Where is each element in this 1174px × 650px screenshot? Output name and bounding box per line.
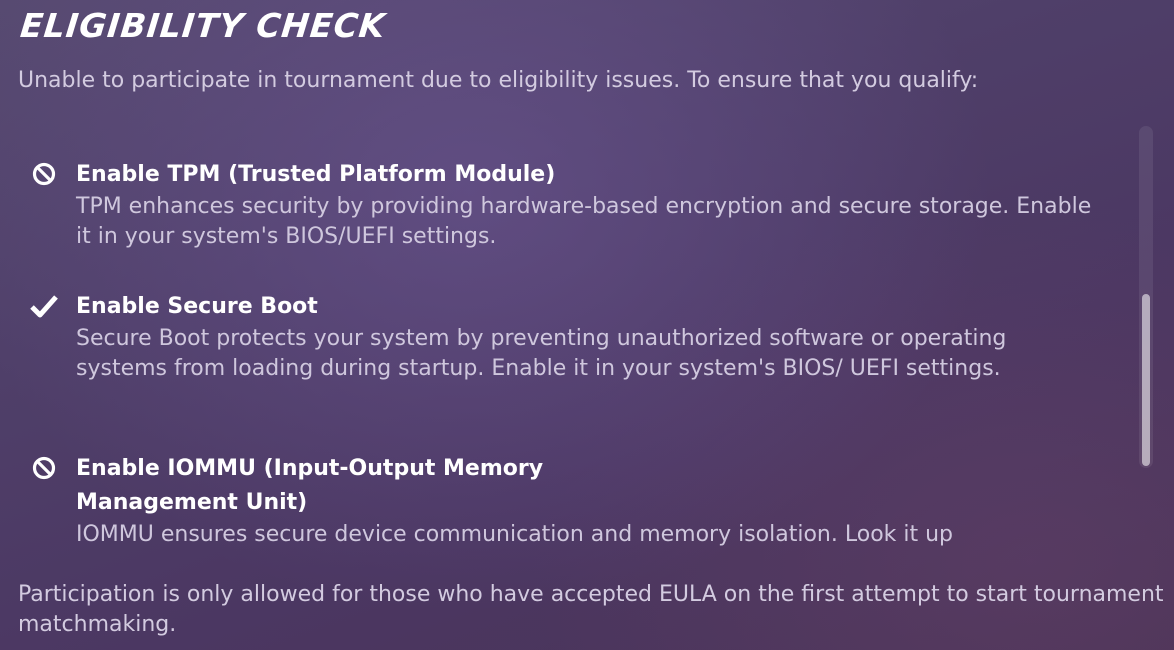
requirement-iommu: Enable IOMMU (Input-Output Memory Manage… — [28, 452, 1098, 548]
blocked-icon — [28, 158, 60, 190]
requirement-description: TPM enhances security by providing hardw… — [76, 194, 1092, 249]
checkmark-icon — [28, 290, 60, 322]
requirement-tpm: Enable TPM (Trusted Platform Module) TPM… — [28, 158, 1098, 252]
requirement-description: IOMMU ensures secure device communicatio… — [76, 522, 954, 547]
requirement-title: Enable IOMMU (Input-Output Memory Manage… — [76, 456, 544, 515]
requirement-secure-boot: Enable Secure Boot Secure Boot protects … — [28, 290, 1098, 384]
footer-note: Participation is only allowed for those … — [18, 582, 1164, 637]
requirements-list: Enable TPM (Trusted Platform Module) TPM… — [0, 126, 1135, 548]
requirement-title: Enable TPM (Trusted Platform Module) — [76, 162, 556, 187]
requirement-title: Enable Secure Boot — [76, 294, 318, 319]
dialog-title: ELIGIBILITY CHECK — [18, 6, 388, 45]
scrollbar-thumb[interactable] — [1142, 294, 1150, 466]
requirement-description: Secure Boot protects your system by prev… — [76, 326, 1007, 381]
intro-text: Unable to participate in tournament due … — [18, 68, 979, 93]
blocked-icon — [28, 452, 60, 484]
requirements-scrollbar[interactable] — [1139, 126, 1153, 468]
